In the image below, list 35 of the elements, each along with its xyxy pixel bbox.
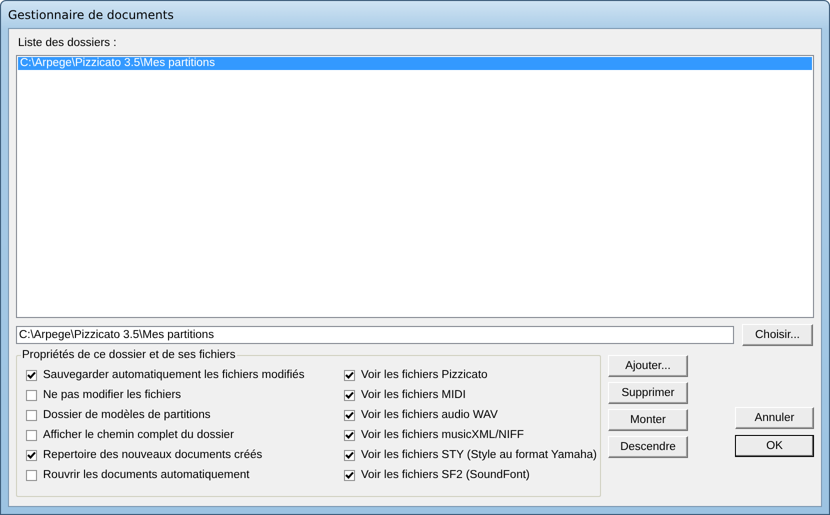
dialog-button[interactable]: OK bbox=[735, 435, 814, 457]
checkbox[interactable] bbox=[26, 370, 37, 380]
checkbox-label: Voir les fichiers audio WAV bbox=[361, 409, 498, 421]
checkbox-label: Rouvrir les documents automatiquement bbox=[43, 469, 250, 481]
checkbox-label: Repertoire des nouveaux documents créés bbox=[43, 449, 262, 461]
checkbox[interactable] bbox=[344, 370, 355, 380]
checkbox-label: Sauvegarder automatiquement les fichiers modifiés bbox=[43, 369, 304, 381]
list-label: Liste des dossiers : bbox=[17, 36, 118, 51]
window-title: Gestionnaire de documents bbox=[8, 8, 174, 22]
checkbox[interactable] bbox=[26, 450, 37, 460]
checkbox-label: Afficher le chemin complet du dossier bbox=[43, 429, 234, 441]
list-action-button[interactable]: Descendre bbox=[608, 436, 688, 458]
list-action-button[interactable]: Ajouter... bbox=[608, 355, 688, 377]
checkbox-label: Voir les fichiers SF2 (SoundFont) bbox=[361, 469, 530, 481]
checkbox[interactable] bbox=[344, 410, 355, 420]
checkbox[interactable] bbox=[26, 430, 37, 440]
checkbox[interactable] bbox=[344, 450, 355, 460]
checkbox[interactable] bbox=[344, 390, 355, 400]
checkbox[interactable] bbox=[26, 470, 37, 480]
choose-button[interactable]: Choisir... bbox=[742, 324, 813, 346]
checkbox-label: Voir les fichiers MIDI bbox=[361, 389, 466, 401]
path-field[interactable]: C:\Arpege\Pizzicato 3.5\Mes partitions bbox=[16, 326, 734, 344]
checkbox[interactable] bbox=[344, 430, 355, 440]
checkbox-label: Voir les fichiers STY (Style au format Yamaha) bbox=[361, 449, 597, 461]
dialog-button[interactable]: Annuler bbox=[735, 407, 814, 429]
checkbox-label: Voir les fichiers Pizzicato bbox=[361, 369, 488, 381]
checkbox[interactable] bbox=[344, 470, 355, 480]
group-title: Propriétés de ce dossier et de ses fichiers bbox=[21, 349, 236, 361]
checkbox[interactable] bbox=[26, 410, 37, 420]
checkbox-label: Ne pas modifier les fichiers bbox=[43, 389, 182, 401]
checkbox-label: Voir les fichiers musicXML/NIFF bbox=[361, 429, 524, 441]
checkbox-label: Dossier de modèles de partitions bbox=[43, 409, 210, 421]
checkbox[interactable] bbox=[26, 390, 37, 400]
list-action-button[interactable]: Supprimer bbox=[608, 382, 688, 404]
list-action-button[interactable]: Monter bbox=[608, 409, 688, 431]
